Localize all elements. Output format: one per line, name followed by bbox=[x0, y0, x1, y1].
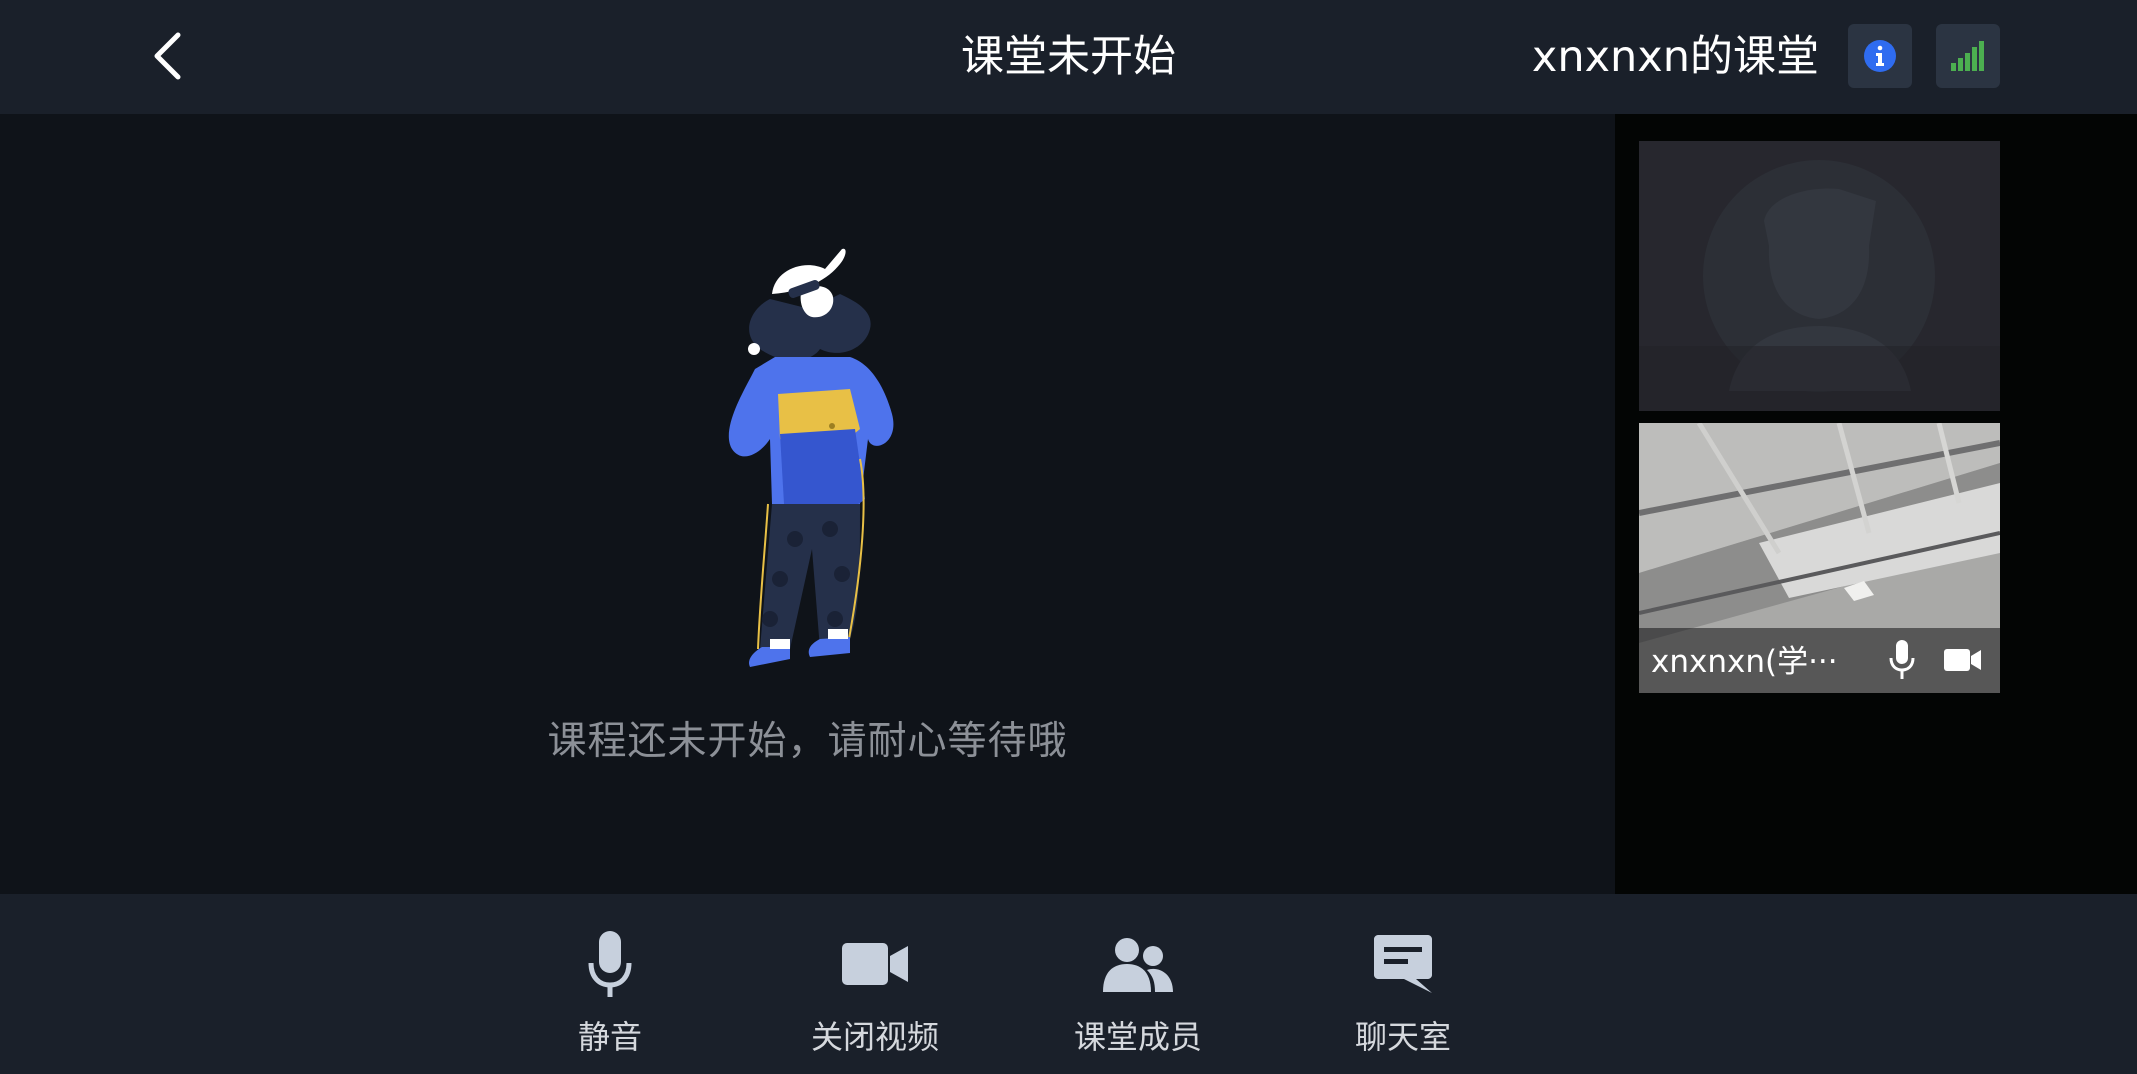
members-label: 课堂成员 bbox=[1073, 1018, 1202, 1056]
info-icon bbox=[1864, 40, 1896, 72]
info-button[interactable] bbox=[1848, 24, 1912, 88]
bottom-toolbar: 静音 关闭视频 课堂成员 聊天室 bbox=[0, 894, 2137, 1074]
waiting-illustration bbox=[728, 248, 894, 667]
room-name: xnxnxn的课堂 bbox=[1531, 32, 1819, 82]
microphone-icon[interactable] bbox=[1888, 640, 1916, 680]
chat-icon bbox=[1374, 935, 1432, 993]
tile-caption: xnxnxn(学··· bbox=[1639, 628, 2000, 693]
chat-room-label: 聊天室 bbox=[1354, 1018, 1451, 1056]
video-camera-icon[interactable] bbox=[1944, 647, 1982, 673]
toggle-video-label: 关闭视频 bbox=[810, 1018, 939, 1056]
member-name: xnxnxn(学··· bbox=[1651, 644, 1838, 680]
top-bar: 课堂未开始 xnxnxn的课堂 bbox=[0, 0, 2137, 114]
video-camera-icon bbox=[842, 943, 908, 985]
members-button[interactable]: 课堂成员 bbox=[1038, 894, 1238, 1074]
network-signal-button[interactable] bbox=[1936, 24, 2000, 88]
signal-icon bbox=[1951, 41, 1984, 71]
chevron-left-icon bbox=[154, 32, 181, 80]
waiting-message: 课程还未开始，请耐心等待哦 bbox=[547, 719, 1068, 764]
mute-button[interactable]: 静音 bbox=[510, 894, 710, 1074]
microphone-icon bbox=[588, 931, 632, 997]
video-tile-student[interactable]: xnxnxn(学··· bbox=[1639, 423, 2000, 693]
video-sidebar: xnxnxn(学··· bbox=[1615, 114, 2137, 894]
mute-label: 静音 bbox=[577, 1018, 642, 1056]
video-tile-teacher[interactable] bbox=[1639, 141, 2000, 411]
tile-caption bbox=[1639, 346, 2000, 411]
main-stage: 课程还未开始，请耐心等待哦 bbox=[0, 114, 1615, 894]
toggle-video-button[interactable]: 关闭视频 bbox=[775, 894, 975, 1074]
chat-room-button[interactable]: 聊天室 bbox=[1303, 894, 1503, 1074]
back-button[interactable] bbox=[140, 26, 194, 86]
users-icon bbox=[1103, 938, 1173, 992]
